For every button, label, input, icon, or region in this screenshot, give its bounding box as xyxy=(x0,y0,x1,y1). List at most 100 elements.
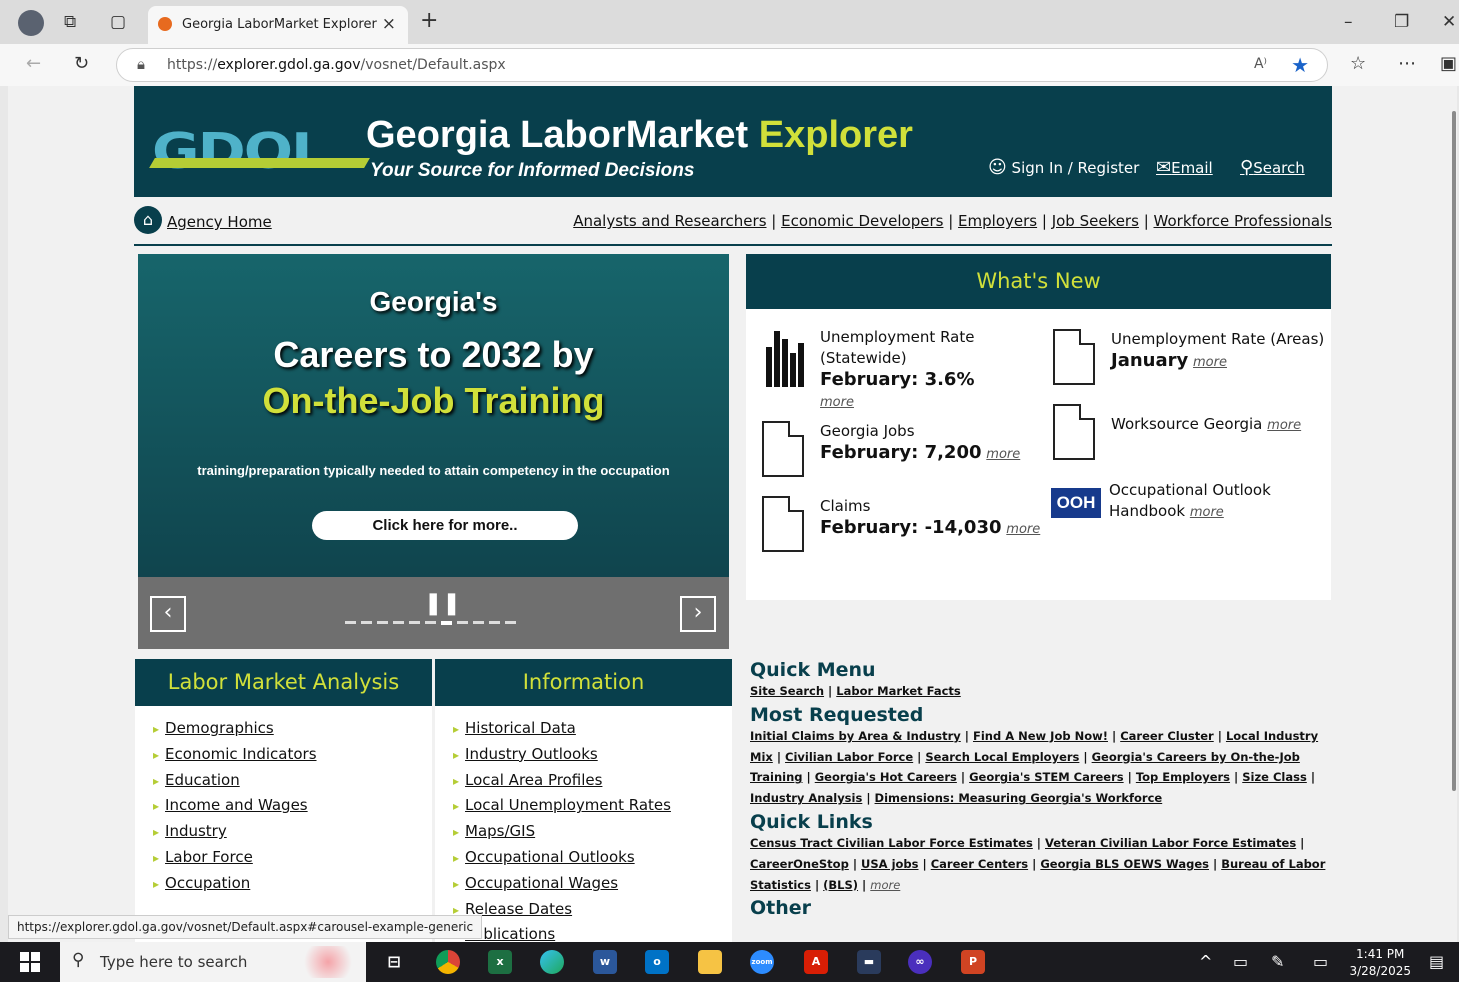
carousel-indicator[interactable] xyxy=(377,621,388,624)
carousel-indicator[interactable] xyxy=(441,621,452,625)
nav-list-link[interactable]: Education xyxy=(165,771,240,789)
carousel-indicator[interactable] xyxy=(505,621,516,624)
powerpoint-icon[interactable]: P xyxy=(961,950,985,974)
nav-list-link[interactable]: Industry xyxy=(165,822,227,840)
search-link[interactable]: ⚲Search xyxy=(1240,157,1305,178)
link[interactable]: Size Class xyxy=(1242,770,1307,784)
carousel-indicator[interactable] xyxy=(409,621,420,624)
link[interactable]: Georgia's Hot Careers xyxy=(815,770,957,784)
nav-list-item[interactable]: Occupation xyxy=(153,871,432,897)
lock-icon[interactable]: 🔒︎ xyxy=(137,55,145,73)
nav-list-item[interactable]: Local Unemployment Rates xyxy=(453,793,732,819)
more-link[interactable]: more xyxy=(820,395,854,410)
more-link[interactable]: more xyxy=(986,447,1020,462)
app-window-icon[interactable]: ▬ xyxy=(857,950,881,974)
nav-list-item[interactable]: Income and Wages xyxy=(153,793,432,819)
nav-list-item[interactable]: Industry xyxy=(153,819,432,845)
excel-icon[interactable]: x xyxy=(488,950,512,974)
nav-list-link[interactable]: Economic Indicators xyxy=(165,745,316,763)
link[interactable]: Civilian Labor Force xyxy=(785,750,913,764)
carousel-pause-button[interactable]: ❚❚ xyxy=(424,591,461,616)
carousel-indicator[interactable] xyxy=(473,621,484,624)
sign-in-link[interactable]: ☺ Sign In / Register xyxy=(988,157,1139,178)
audience-link-employers[interactable]: Employers xyxy=(958,212,1037,230)
nav-list-item[interactable]: Education xyxy=(153,768,432,794)
url-field[interactable]: 🔒︎ https://explorer.gdol.ga.gov/vosnet/D… xyxy=(116,48,1328,82)
nav-list-item[interactable]: Economic Indicators xyxy=(153,742,432,768)
link[interactable]: Dimensions: Measuring Georgia's Workforc… xyxy=(875,791,1163,805)
link[interactable]: Veteran Civilian Labor Force Estimates xyxy=(1045,836,1296,850)
more-link[interactable]: more xyxy=(1267,418,1301,433)
page-scrollbar[interactable] xyxy=(1451,86,1457,942)
link[interactable]: Census Tract Civilian Labor Force Estima… xyxy=(750,836,1033,850)
carousel-indicator[interactable] xyxy=(393,621,404,624)
file-explorer-icon[interactable] xyxy=(698,950,722,974)
favorites-icon[interactable]: ☆ xyxy=(1350,53,1366,74)
pen-icon[interactable]: ✎ xyxy=(1271,952,1284,971)
link[interactable]: Industry Analysis xyxy=(750,791,862,805)
link[interactable]: Search Local Employers xyxy=(925,750,1079,764)
audience-link-economic-developers[interactable]: Economic Developers xyxy=(781,212,943,230)
nav-list-item[interactable]: Release Dates xyxy=(453,897,732,923)
webex-icon[interactable]: ∞ xyxy=(908,950,932,974)
nav-list-item[interactable]: Historical Data xyxy=(453,716,732,742)
link[interactable]: CareerOneStop xyxy=(750,857,849,871)
back-icon[interactable]: ← xyxy=(26,53,41,74)
agency-home-link[interactable]: Agency Home xyxy=(167,213,272,231)
clock[interactable]: 1:41 PM 3/28/2025 xyxy=(1349,946,1411,980)
more-link[interactable]: more xyxy=(870,878,900,892)
link[interactable]: Initial Claims by Area & Industry xyxy=(750,729,961,743)
more-link[interactable]: more xyxy=(1006,522,1040,537)
link[interactable]: (BLS) xyxy=(823,878,858,892)
nav-list-link[interactable]: Local Unemployment Rates xyxy=(465,796,671,814)
windows-start-icon[interactable] xyxy=(20,952,40,972)
browser-tab[interactable]: Georgia LaborMarket Explorer × xyxy=(148,6,408,44)
link[interactable]: Career Centers xyxy=(931,857,1028,871)
battery-icon[interactable]: ▭ xyxy=(1233,952,1248,971)
notifications-icon[interactable]: ▤ xyxy=(1429,952,1444,971)
audience-link-job-seekers[interactable]: Job Seekers xyxy=(1052,212,1139,230)
nav-list-item[interactable]: Labor Force xyxy=(153,845,432,871)
sidebar-toggle-icon[interactable]: ▣ xyxy=(1440,53,1457,74)
carousel-indicator[interactable] xyxy=(457,621,468,624)
carousel[interactable]: Georgia's Careers to 2032 by On-the-Job … xyxy=(138,254,729,649)
nav-list-link[interactable]: Income and Wages xyxy=(165,796,308,814)
audience-link-analysts[interactable]: Analysts and Researchers xyxy=(573,212,766,230)
close-window-icon[interactable]: ✕ xyxy=(1442,12,1456,32)
quick-link[interactable]: Site Search xyxy=(750,684,824,698)
minimize-icon[interactable]: – xyxy=(1344,12,1353,32)
nav-list-link[interactable]: Local Area Profiles xyxy=(465,771,602,789)
link[interactable]: Career Cluster xyxy=(1120,729,1214,743)
nav-list-link[interactable]: Historical Data xyxy=(465,719,576,737)
nav-list-link[interactable]: Demographics xyxy=(165,719,274,737)
nav-list-link[interactable]: Maps/GIS xyxy=(465,822,535,840)
edge-icon[interactable] xyxy=(540,950,564,974)
more-link[interactable]: more xyxy=(1193,355,1227,370)
nav-list-item[interactable]: Occupational Wages xyxy=(453,871,732,897)
link[interactable]: Find A New Job Now! xyxy=(973,729,1108,743)
word-icon[interactable]: w xyxy=(593,950,617,974)
carousel-indicator[interactable] xyxy=(361,621,372,624)
carousel-indicator[interactable] xyxy=(489,621,500,624)
carousel-more-button[interactable]: Click here for more.. xyxy=(312,511,578,540)
nav-list-item[interactable]: Occupational Outlooks xyxy=(453,845,732,871)
chevron-up-icon[interactable]: ^ xyxy=(1199,952,1212,971)
email-link[interactable]: ✉Email xyxy=(1156,157,1213,178)
profile-avatar-icon[interactable] xyxy=(18,10,44,36)
link[interactable]: Georgia's STEM Careers xyxy=(969,770,1124,784)
tab-actions-icon[interactable]: ▢ xyxy=(110,12,126,32)
carousel-next-button[interactable]: › xyxy=(680,596,716,632)
gdol-logo[interactable]: GDOL xyxy=(149,122,370,182)
close-tab-icon[interactable]: × xyxy=(382,14,396,34)
nav-list-item[interactable]: Demographics xyxy=(153,716,432,742)
link[interactable]: Georgia BLS OEWS Wages xyxy=(1040,857,1209,871)
nav-list-link[interactable]: Occupation xyxy=(165,874,250,892)
more-menu-icon[interactable]: ⋯ xyxy=(1398,53,1416,74)
taskbar-search[interactable]: ⚲ Type here to search xyxy=(60,942,366,982)
favorite-star-icon[interactable]: ★ xyxy=(1291,53,1309,77)
carousel-indicator[interactable] xyxy=(345,621,356,624)
link[interactable]: Top Employers xyxy=(1136,770,1230,784)
nav-list-item[interactable]: Industry Outlooks xyxy=(453,742,732,768)
quick-link[interactable]: Labor Market Facts xyxy=(836,684,961,698)
home-icon[interactable]: ⌂ xyxy=(134,206,162,234)
